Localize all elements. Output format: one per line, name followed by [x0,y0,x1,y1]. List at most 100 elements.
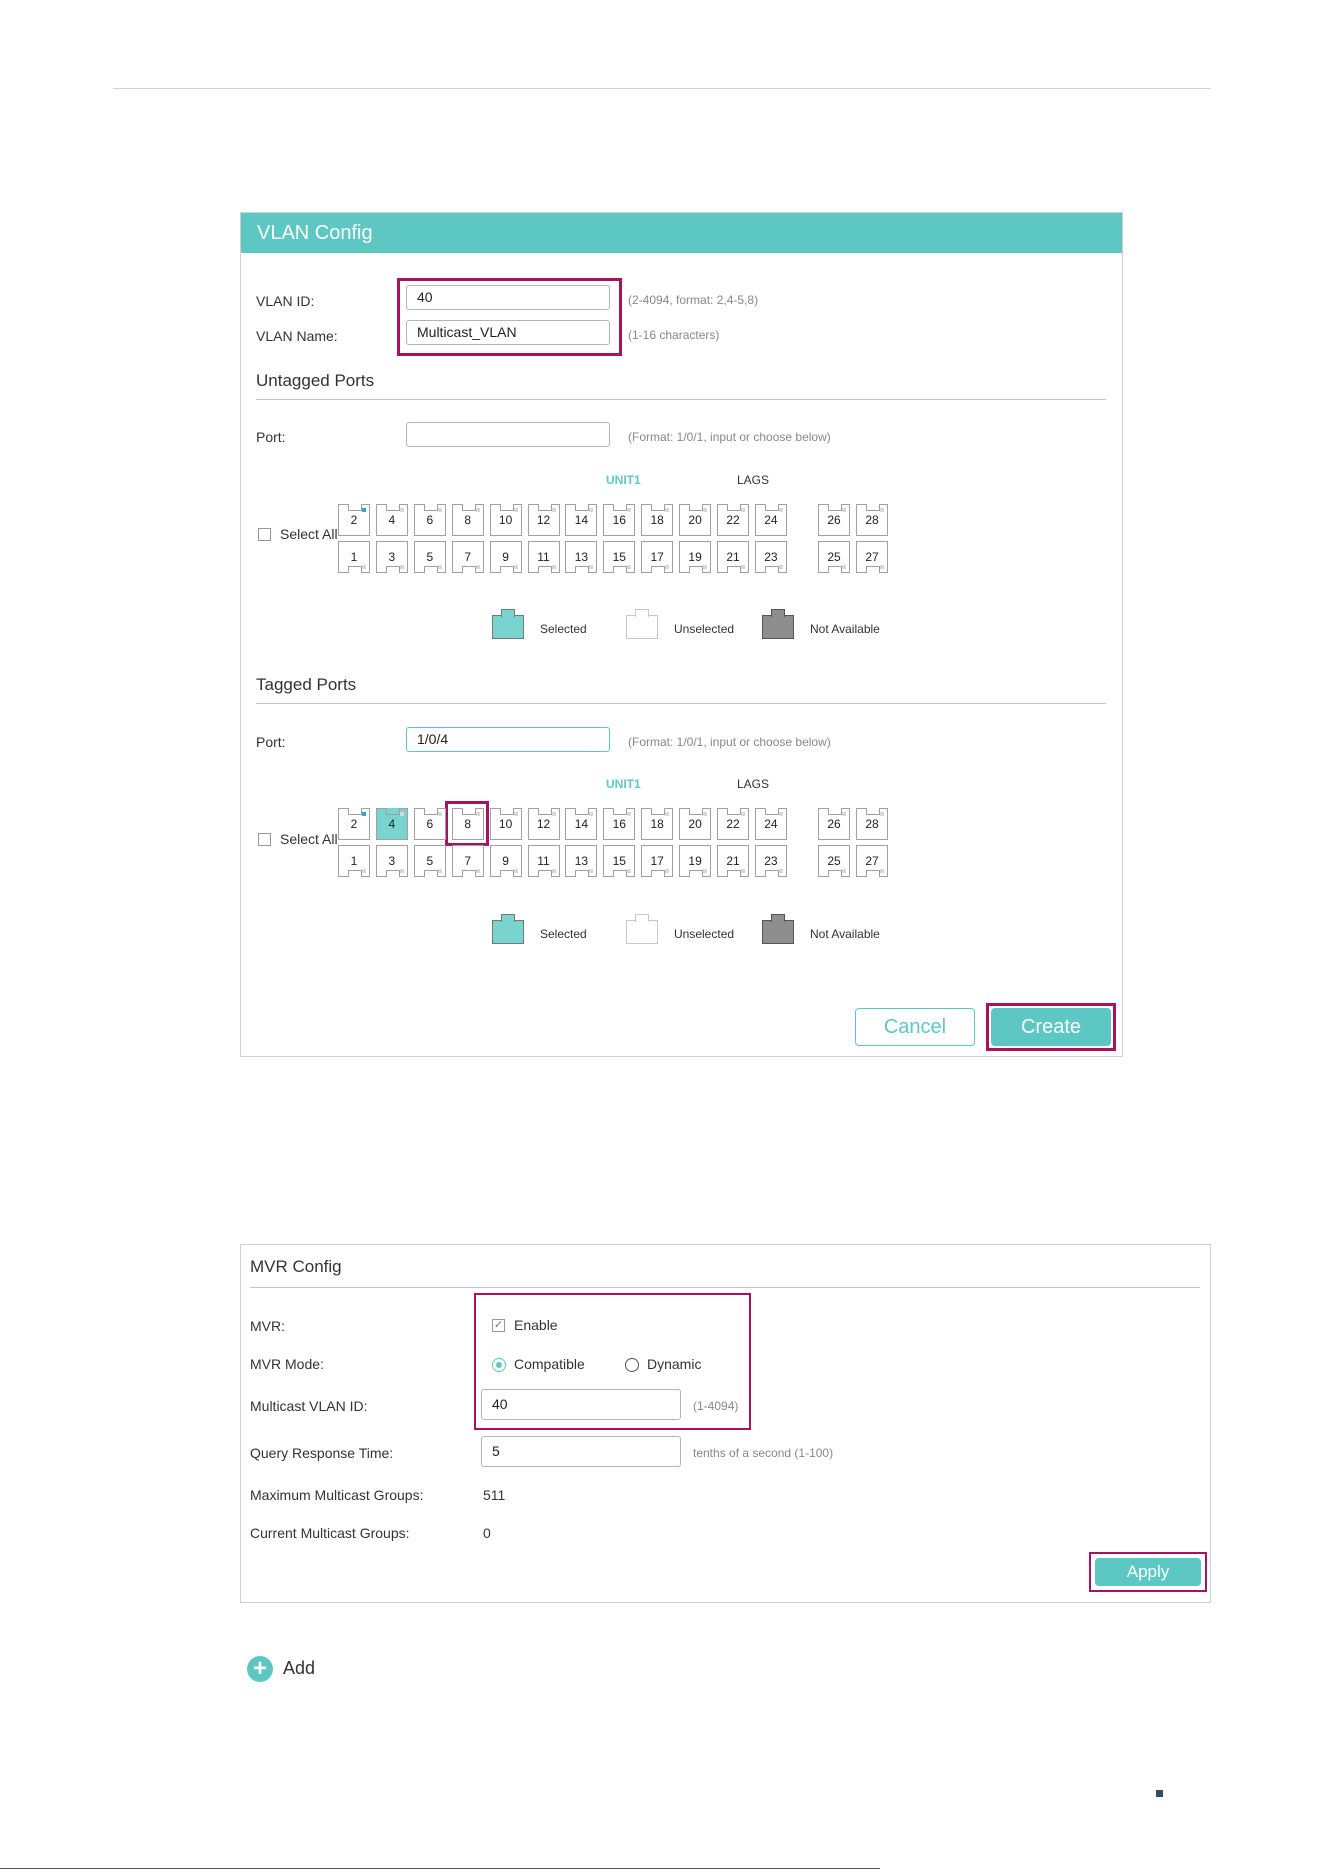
tagged-port-28[interactable]: 28 [856,808,888,840]
apply-button[interactable]: Apply [1095,1558,1201,1586]
untagged-port-11[interactable]: 11 [527,541,560,573]
port-number: 18 [650,817,664,831]
mvr-enable-checkbox[interactable]: ✓ [492,1319,505,1332]
tagged-port-2[interactable]: 2 [338,808,370,840]
query-response-time-hint: tenths of a second (1-100) [693,1446,834,1460]
untagged-port-21[interactable]: 21 [717,541,749,573]
untagged-port-5[interactable]: 5 [413,541,446,573]
tagged-port-7[interactable]: 7 [451,845,484,877]
vlan-name-input[interactable] [406,320,610,345]
tagged-port-17[interactable]: 17 [641,845,674,877]
legend-unselected-icon [626,609,658,639]
tagged-port-10[interactable]: 10 [489,808,522,840]
port-number: 22 [726,817,740,831]
tagged-port-20[interactable]: 20 [679,808,712,840]
max-multicast-groups-label: Maximum Multicast Groups: [250,1487,424,1503]
tagged-port-26[interactable]: 26 [818,808,850,840]
bottom-rule [0,1868,880,1869]
port-led [589,565,594,569]
tagged-port-21[interactable]: 21 [717,845,749,877]
add-icon[interactable]: + [247,1656,273,1682]
tagged-port-9[interactable]: 9 [489,845,522,877]
port-notch [866,504,880,511]
tagged-port-23[interactable]: 23 [754,845,787,877]
port-led [741,812,745,816]
create-button[interactable]: Create [991,1008,1111,1046]
untagged-port-10[interactable]: 10 [489,504,522,536]
untagged-port-9[interactable]: 9 [489,541,522,573]
untagged-port-22[interactable]: 22 [717,504,749,536]
port-led [513,869,518,873]
port-notch [461,808,476,815]
tagged-port-15[interactable]: 15 [603,845,636,877]
port-number: 9 [502,550,509,564]
untagged-port-input[interactable] [406,422,610,447]
untagged-port-2[interactable]: 2 [338,504,370,536]
legend-selected-label: Selected [540,622,587,636]
port-led [703,565,708,569]
untagged-port-17[interactable]: 17 [641,541,674,573]
untagged-port-14[interactable]: 14 [565,504,598,536]
legend-not-available-icon [762,609,794,639]
untagged-port-28[interactable]: 28 [856,504,888,536]
untagged-port-18[interactable]: 18 [641,504,674,536]
untagged-port-23[interactable]: 23 [754,541,787,573]
untagged-port-26[interactable]: 26 [818,504,850,536]
tagged-port-input[interactable] [406,727,610,752]
tagged-select-all-checkbox[interactable] [258,833,271,846]
untagged-port-27[interactable]: 27 [856,541,888,573]
tagged-port-6[interactable]: 6 [413,808,446,840]
tagged-port-16[interactable]: 16 [603,808,636,840]
port-notch [651,566,666,573]
tagged-port-3[interactable]: 3 [375,845,408,877]
untagged-port-19[interactable]: 19 [679,541,712,573]
port-number: 6 [426,817,434,831]
tagged-port-11[interactable]: 11 [527,845,560,877]
untagged-port-1[interactable]: 1 [338,541,370,573]
untagged-port-15[interactable]: 15 [603,541,636,573]
untagged-port-7[interactable]: 7 [451,541,484,573]
mode-dynamic-radio[interactable] [625,1358,639,1372]
tagged-port-12[interactable]: 12 [527,808,560,840]
untagged-port-12[interactable]: 12 [527,504,560,536]
untagged-port-6[interactable]: 6 [413,504,446,536]
untagged-port-8[interactable]: 8 [451,504,484,536]
port-notch [423,808,438,815]
vlan-config-title: VLAN Config [241,213,1122,253]
untagged-port-25[interactable]: 25 [818,541,850,573]
tagged-port-13[interactable]: 13 [565,845,598,877]
tagged-port-4[interactable]: 4 [375,808,408,840]
port-led [842,869,846,873]
tagged-port-27[interactable]: 27 [856,845,888,877]
port-number: 2 [350,513,358,527]
tagged-port-1[interactable]: 1 [338,845,370,877]
tagged-port-25[interactable]: 25 [818,845,850,877]
untagged-port-4[interactable]: 4 [375,504,408,536]
port-notch [764,808,779,815]
port-led [437,812,442,816]
query-response-time-input[interactable] [481,1436,681,1467]
multicast-vlan-id-input[interactable] [481,1389,681,1420]
vlan-name-label: VLAN Name: [256,328,338,344]
tagged-port-22[interactable]: 22 [717,808,749,840]
port-notch [537,870,552,877]
add-label[interactable]: Add [283,1658,315,1679]
untagged-port-13[interactable]: 13 [565,541,598,573]
mode-compatible-radio[interactable] [492,1358,506,1372]
port-notch [689,870,704,877]
untagged-port-24[interactable]: 24 [754,504,787,536]
untagged-port-16[interactable]: 16 [603,504,636,536]
untagged-port-3[interactable]: 3 [375,541,408,573]
vlan-id-input[interactable] [406,285,610,310]
tagged-port-19[interactable]: 19 [679,845,712,877]
tagged-port-5[interactable]: 5 [413,845,446,877]
port-led [627,869,632,873]
port-number: 26 [827,817,841,831]
tagged-port-18[interactable]: 18 [641,808,674,840]
tagged-port-24[interactable]: 24 [754,808,787,840]
tagged-port-8[interactable]: 8 [451,808,484,840]
untagged-port-20[interactable]: 20 [679,504,712,536]
untagged-select-all-checkbox[interactable] [258,528,271,541]
tagged-port-14[interactable]: 14 [565,808,598,840]
cancel-button[interactable]: Cancel [855,1008,975,1046]
